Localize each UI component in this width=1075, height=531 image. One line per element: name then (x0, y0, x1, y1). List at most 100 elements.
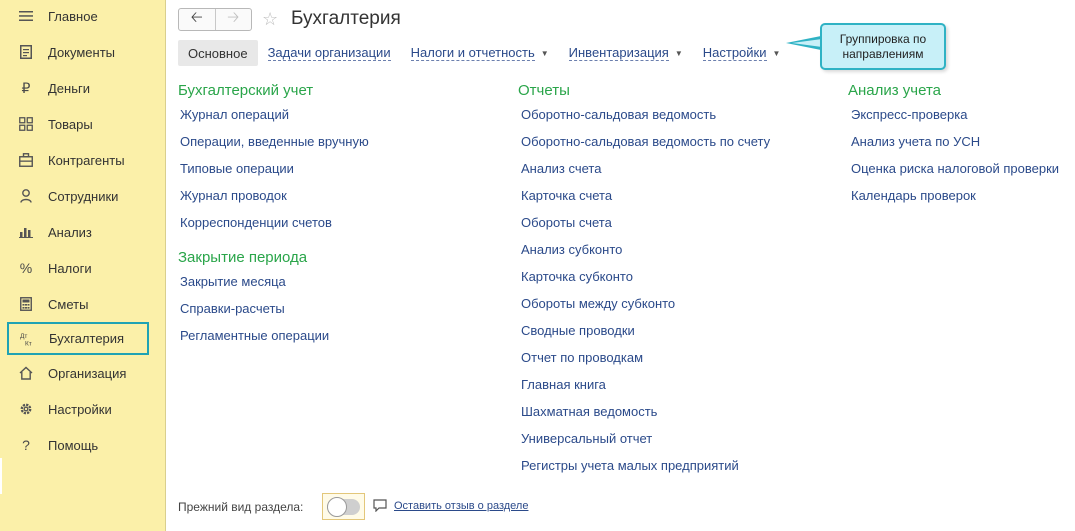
link-general-ledger[interactable]: Главная книга (521, 377, 606, 392)
sidebar-item-label: Налоги (48, 260, 92, 276)
link-audit-calendar[interactable]: Календарь проверок (851, 188, 976, 203)
tab-label: Задачи организации (267, 45, 391, 61)
svg-text:Кт: Кт (25, 340, 32, 347)
link-postings-journal[interactable]: Журнал проводок (180, 188, 287, 203)
document-icon (14, 42, 38, 62)
chevron-down-icon: ▼ (772, 48, 781, 58)
link-subconto-card[interactable]: Карточка субконто (521, 269, 633, 284)
sidebar-item-analysis[interactable]: Анализ (8, 217, 150, 247)
sidebar-item-label: Деньги (48, 80, 90, 96)
link-account-analysis[interactable]: Анализ счета (521, 161, 601, 176)
svg-text:Дт: Дт (20, 333, 27, 340)
sidebar-item-label: Бухгалтерия (49, 331, 125, 346)
sidebar-item-goods[interactable]: Товары (8, 109, 150, 139)
sidebar-item-label: Организация (48, 365, 127, 381)
sidebar-item-estimates[interactable]: Сметы (8, 289, 150, 319)
tab-main[interactable]: Основное (178, 40, 258, 66)
section-tabs: Основное Задачи организации Налоги и отч… (178, 40, 800, 66)
link-account-turnover[interactable]: Обороты счета (521, 215, 612, 230)
tab-label: Настройки (702, 45, 767, 61)
callout-line: направлениям (842, 47, 924, 61)
ruble-icon: ₽ (21, 79, 31, 96)
tab-settings[interactable]: Настройки ▼ (702, 40, 781, 66)
sidebar-item-label: Настройки (48, 401, 112, 417)
sidebar-item-settings[interactable]: Настройки (8, 394, 150, 424)
callout-line: Группировка по (839, 32, 927, 46)
link-usn-analysis[interactable]: Анализ учета по УСН (851, 134, 980, 149)
link-account-correspondence[interactable]: Корреспонденции счетов (180, 215, 332, 230)
contractors-icon (14, 150, 38, 170)
goods-icon (14, 114, 38, 134)
link-tax-audit-risk[interactable]: Оценка риска налоговой проверки (851, 161, 1059, 176)
callout-pointer-fill (792, 39, 822, 47)
link-summary-postings[interactable]: Сводные проводки (521, 323, 635, 338)
menu-icon (14, 6, 38, 26)
link-account-card[interactable]: Карточка счета (521, 188, 612, 203)
toggle-knob (327, 497, 347, 517)
sidebar-item-label: Документы (48, 44, 116, 60)
back-arrow-icon[interactable]: 🡠 (179, 9, 215, 30)
old-view-label: Прежний вид раздела: (178, 500, 304, 514)
link-typical-operations[interactable]: Типовые операции (180, 161, 294, 176)
link-express-check[interactable]: Экспресс-проверка (851, 107, 967, 122)
person-icon (14, 186, 38, 206)
section-title-period-closing: Закрытие периода (178, 249, 308, 266)
sidebar: Главное Документы ₽ Деньги Товары Контра… (0, 0, 166, 531)
bar-chart-icon (14, 222, 38, 242)
favorite-star-icon[interactable]: ☆ (262, 9, 278, 29)
link-month-closing[interactable]: Закрытие месяца (180, 274, 286, 289)
question-icon: ? (22, 437, 30, 453)
tab-organization-tasks[interactable]: Задачи организации (267, 40, 391, 66)
link-operations-journal[interactable]: Журнал операций (180, 107, 289, 122)
gear-icon (14, 399, 38, 419)
speech-bubble-icon (373, 499, 387, 513)
sidebar-item-employees[interactable]: Сотрудники (8, 181, 150, 211)
home-icon (14, 363, 38, 383)
sidebar-item-money[interactable]: ₽ Деньги (8, 73, 150, 103)
sidebar-item-label: Контрагенты (48, 152, 125, 168)
chevron-down-icon: ▼ (674, 48, 683, 58)
sidebar-item-main[interactable]: Главное (8, 1, 150, 31)
sidebar-edge-marker (0, 458, 2, 494)
sidebar-item-help[interactable]: ? Помощь (8, 430, 150, 460)
section-title-accounting: Бухгалтерский учет (178, 82, 314, 99)
section-title-accounting-analysis: Анализ учета (848, 82, 942, 99)
sidebar-item-contractors[interactable]: Контрагенты (8, 145, 150, 175)
sidebar-item-label: Товары (48, 116, 93, 132)
page-title: Бухгалтерия (291, 8, 401, 29)
old-view-toggle[interactable] (322, 493, 365, 520)
tab-inventory[interactable]: Инвентаризация ▼ (568, 40, 683, 66)
sidebar-item-label: Сметы (48, 296, 89, 312)
sidebar-item-organization[interactable]: Организация (8, 358, 150, 388)
link-calculation-certificates[interactable]: Справки-расчеты (180, 301, 285, 316)
dt-kt-icon: Дт Кт (15, 329, 39, 349)
tab-taxes-reporting[interactable]: Налоги и отчетность ▼ (410, 40, 549, 66)
history-navigation: 🡠 🡢 (178, 8, 252, 31)
percent-icon: % (19, 260, 33, 276)
sidebar-item-label: Сотрудники (48, 188, 119, 204)
tab-label: Налоги и отчетность (410, 45, 535, 61)
link-subconto-analysis[interactable]: Анализ субконто (521, 242, 622, 257)
link-postings-report[interactable]: Отчет по проводкам (521, 350, 643, 365)
link-routine-operations[interactable]: Регламентные операции (180, 328, 329, 343)
link-small-business-registers[interactable]: Регистры учета малых предприятий (521, 458, 739, 473)
link-chess-statement[interactable]: Шахматная ведомость (521, 404, 657, 419)
sidebar-item-accounting[interactable]: Дт Кт Бухгалтерия (7, 322, 149, 355)
forward-arrow-icon[interactable]: 🡢 (214, 9, 252, 30)
link-manual-operations[interactable]: Операции, введенные вручную (180, 134, 369, 149)
sidebar-item-label: Помощь (48, 437, 99, 453)
link-subconto-turnover[interactable]: Обороты между субконто (521, 296, 675, 311)
tab-label: Инвентаризация (568, 45, 669, 61)
tooltip-callout: Группировка по направлениям (820, 23, 946, 70)
sidebar-item-taxes[interactable]: % Налоги (8, 253, 150, 283)
calculator-icon (14, 294, 38, 314)
sidebar-item-label: Главное (48, 8, 98, 24)
feedback-link[interactable]: Оставить отзыв о разделе (394, 500, 528, 512)
link-account-trial-balance[interactable]: Оборотно-сальдовая ведомость по счету (521, 134, 770, 149)
link-universal-report[interactable]: Универсальный отчет (521, 431, 652, 446)
tab-label: Основное (188, 45, 248, 61)
toggle-track (327, 497, 360, 517)
link-trial-balance[interactable]: Оборотно-сальдовая ведомость (521, 107, 716, 122)
section-title-reports: Отчеты (518, 82, 570, 99)
sidebar-item-documents[interactable]: Документы (8, 37, 150, 67)
